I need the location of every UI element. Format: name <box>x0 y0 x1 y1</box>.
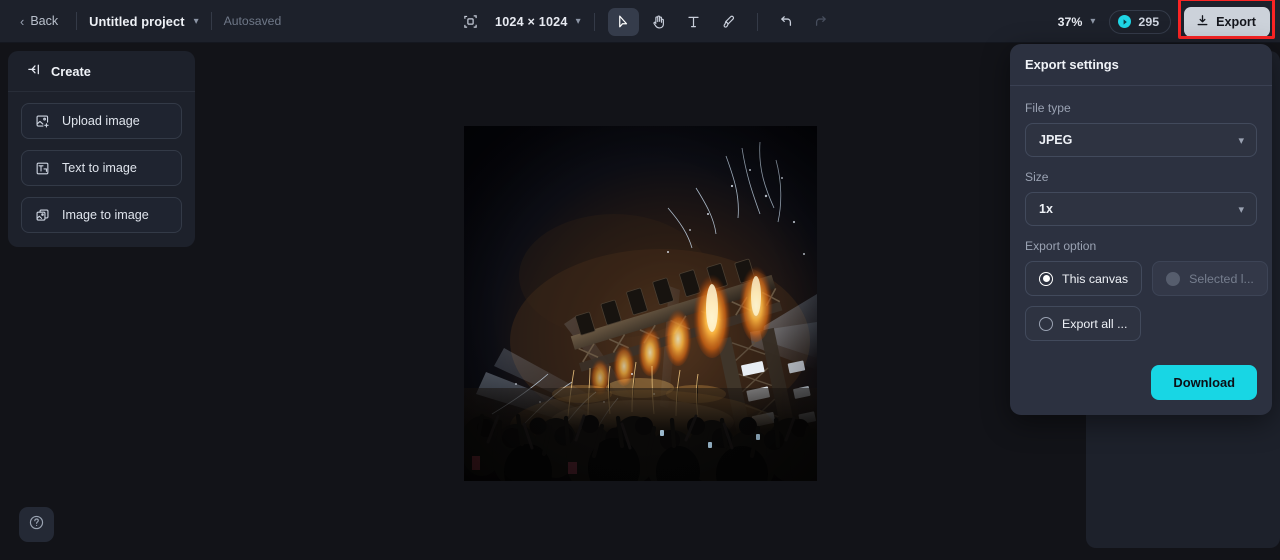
credits-count: 295 <box>1138 14 1160 29</box>
chevron-left-icon: ‹ <box>20 13 25 29</box>
chevron-down-icon[interactable]: ▾ <box>576 16 581 27</box>
redo-button[interactable] <box>806 8 837 36</box>
canvas-size-value: 1024 × 1024 <box>495 14 568 29</box>
radio-disabled-icon <box>1166 271 1181 286</box>
file-type-value: JPEG <box>1039 133 1073 147</box>
create-panel-title: Create <box>51 63 91 79</box>
download-row: Download <box>1025 365 1257 400</box>
collapse-panel-icon[interactable] <box>26 63 41 79</box>
back-button-label: Back <box>30 14 59 28</box>
export-option-export-all-label: Export all ... <box>1062 316 1128 331</box>
frame-resize-icon[interactable] <box>455 8 485 36</box>
zoom-level-value: 37% <box>1057 14 1083 29</box>
download-button[interactable]: Download <box>1151 365 1257 400</box>
image-to-image-button[interactable]: Image to image <box>21 197 182 233</box>
divider <box>76 12 78 30</box>
help-button[interactable] <box>19 507 54 542</box>
back-button[interactable]: ‹ Back <box>14 10 64 32</box>
project-title: Untitled project <box>89 13 185 29</box>
radio-selected-icon <box>1039 271 1053 286</box>
export-option-row-1: This canvas Selected l... <box>1025 261 1268 296</box>
export-option-export-all[interactable]: Export all ... <box>1025 306 1142 341</box>
file-type-select[interactable]: JPEG ▾ <box>1025 123 1257 157</box>
export-settings-body: File type JPEG ▾ Size 1x ▾ Export option… <box>1010 86 1272 400</box>
top-toolbar: ‹ Back Untitled project ▾ Autosaved 1024… <box>0 0 1280 43</box>
canvas-image[interactable] <box>464 126 817 481</box>
credit-coin-icon <box>1118 15 1132 28</box>
text-to-image-label: Text to image <box>62 161 137 175</box>
divider <box>593 12 595 31</box>
autosave-status: Autosaved <box>223 14 282 28</box>
size-label: Size <box>1025 170 1049 184</box>
export-option-label: Export option <box>1025 239 1097 253</box>
select-tool-button[interactable] <box>607 7 639 36</box>
text-to-image-button[interactable]: Text to image <box>21 150 182 186</box>
question-mark-icon <box>28 514 45 536</box>
toolbar-left-group: ‹ Back Untitled project ▾ Autosaved <box>0 10 281 32</box>
text-to-image-icon <box>35 161 50 176</box>
chevron-down-icon: ▾ <box>1238 134 1244 147</box>
upload-image-button[interactable]: Upload image <box>21 103 182 139</box>
export-settings-title: Export settings <box>1010 44 1272 86</box>
create-panel-header: Create <box>8 51 195 92</box>
export-button[interactable]: Export <box>1184 6 1270 37</box>
export-option-selected-layer: Selected l... <box>1152 261 1268 296</box>
chevron-down-icon[interactable]: ▾ <box>1090 16 1095 27</box>
image-to-image-label: Image to image <box>62 208 149 222</box>
concert-stage-artwork <box>464 126 817 481</box>
brush-tool-button[interactable] <box>713 8 744 36</box>
divider <box>210 12 212 30</box>
upload-image-icon <box>35 114 50 129</box>
export-button-label: Export <box>1216 14 1256 29</box>
toolbar-right-group: 37% ▾ 295 Export <box>1057 0 1276 43</box>
file-type-label: File type <box>1025 101 1071 115</box>
create-panel-body: Upload image Text to image Image to imag… <box>8 92 195 244</box>
credits-badge[interactable]: 295 <box>1109 9 1172 34</box>
export-option-this-canvas[interactable]: This canvas <box>1025 261 1143 296</box>
size-value: 1x <box>1039 202 1053 216</box>
chevron-down-icon[interactable]: ▾ <box>194 16 199 27</box>
size-select[interactable]: 1x ▾ <box>1025 192 1257 226</box>
divider <box>756 12 758 31</box>
export-option-this-canvas-label: This canvas <box>1062 271 1129 286</box>
hand-tool-button[interactable] <box>643 8 674 36</box>
toolbar-center-group: 1024 × 1024 ▾ <box>455 0 839 43</box>
export-option-selected-layer-label: Selected l... <box>1189 271 1254 286</box>
export-button-wrapper: Export <box>1178 0 1276 39</box>
radio-unselected-icon <box>1039 316 1053 331</box>
image-to-image-icon <box>35 208 50 223</box>
chevron-down-icon: ▾ <box>1238 203 1244 216</box>
create-panel: Create Upload image Text to image Image … <box>8 51 195 247</box>
download-icon <box>1196 14 1209 30</box>
text-tool-button[interactable] <box>678 8 709 36</box>
undo-button[interactable] <box>771 8 802 36</box>
app-root: ‹ Back Untitled project ▾ Autosaved 1024… <box>0 0 1280 560</box>
export-settings-popup: Export settings File type JPEG ▾ Size 1x… <box>1010 44 1272 415</box>
upload-image-label: Upload image <box>62 114 140 128</box>
export-option-row-2: Export all ... <box>1025 306 1257 341</box>
